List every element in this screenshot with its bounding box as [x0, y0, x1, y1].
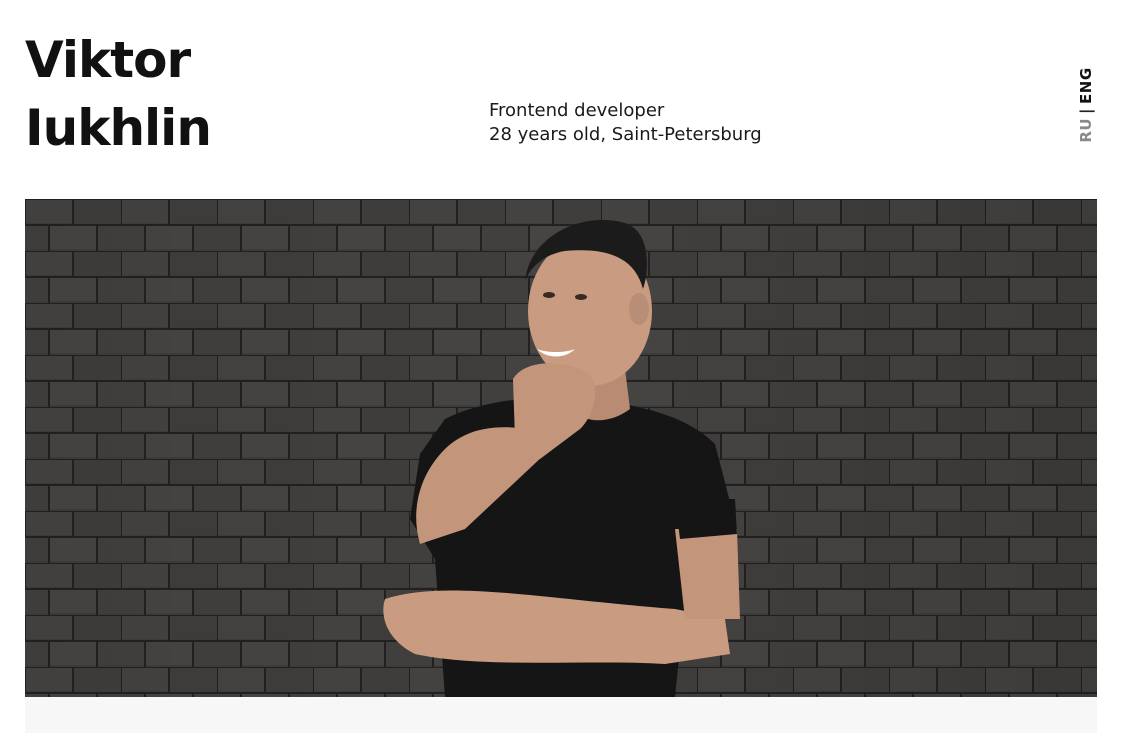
page: Viktor Iukhlin Frontend developer 28 yea… [0, 0, 1135, 733]
details-text: 28 years old, Saint-Petersburg [489, 124, 762, 145]
profile-info: Frontend developer 28 years old, Saint-P… [489, 99, 762, 147]
section-divider [25, 697, 1097, 733]
name-last: Iukhlin [25, 99, 212, 157]
profile-photo [25, 199, 1097, 697]
role-text: Frontend developer [489, 100, 665, 121]
page-title: Viktor Iukhlin [25, 26, 212, 162]
lang-ru-link[interactable]: RU [1077, 118, 1095, 143]
lang-separator: | [1077, 107, 1095, 114]
photo-illustration [25, 199, 1097, 697]
name-first: Viktor [25, 31, 191, 89]
lang-eng-link[interactable]: ENG [1077, 67, 1095, 104]
language-switch: RU | ENG [1074, 66, 1098, 144]
